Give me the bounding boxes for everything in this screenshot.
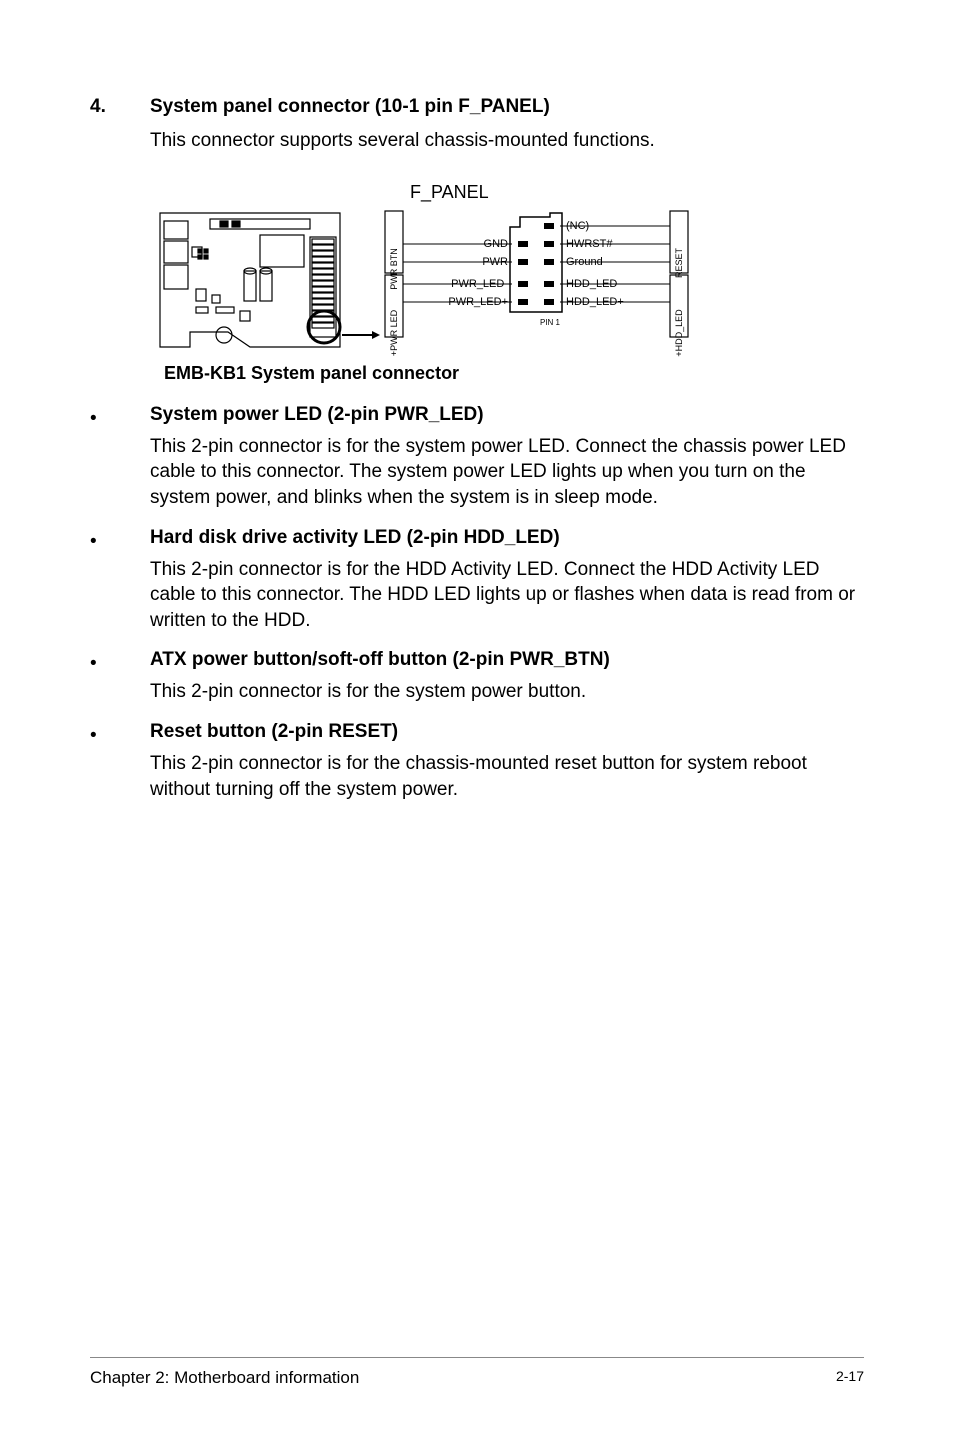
label-hdd-led-minus: HDD_LED-: [566, 278, 621, 290]
section-body: This connector supports several chassis-…: [150, 128, 864, 154]
label-pin1: PIN 1: [540, 318, 561, 327]
section-header: 4. System panel connector (10-1 pin F_PA…: [90, 96, 864, 118]
bullet-body: This 2-pin connector is for the system p…: [150, 679, 864, 705]
bullet-item: • System power LED (2-pin PWR_LED) This …: [90, 404, 864, 517]
footer-page-number: 2-17: [836, 1368, 864, 1388]
bullet-title: Reset button (2-pin RESET): [150, 721, 864, 743]
page-footer: Chapter 2: Motherboard information 2-17: [90, 1357, 864, 1388]
diagram-title: F_PANEL: [410, 182, 864, 203]
label-pwr-led-minus: PWR_LED-: [451, 278, 508, 290]
bullet-dot: •: [90, 404, 150, 517]
bullet-dot: •: [90, 721, 150, 808]
bullet-content: Hard disk drive activity LED (2-pin HDD_…: [150, 527, 864, 640]
bullet-body: This 2-pin connector is for the system p…: [150, 434, 864, 511]
label-pwr: PWR: [482, 256, 508, 268]
bullet-item: • ATX power button/soft-off button (2-pi…: [90, 649, 864, 711]
bullet-title: System power LED (2-pin PWR_LED): [150, 404, 864, 426]
label-nc: (NC): [566, 220, 589, 232]
section-number: 4.: [90, 96, 150, 118]
bullet-content: ATX power button/soft-off button (2-pin …: [150, 649, 864, 711]
section-title: System panel connector (10-1 pin F_PANEL…: [150, 96, 550, 118]
bullet-content: System power LED (2-pin PWR_LED) This 2-…: [150, 404, 864, 517]
label-hdd-led-plus: HDD_LED+: [566, 296, 624, 308]
bullet-body: This 2-pin connector is for the HDD Acti…: [150, 557, 864, 634]
bullet-item: • Reset button (2-pin RESET) This 2-pin …: [90, 721, 864, 808]
diagram-caption: EMB-KB1 System panel connector: [164, 363, 864, 384]
diagram-area: F_PANEL: [150, 182, 864, 384]
footer-chapter: Chapter 2: Motherboard information: [90, 1368, 359, 1388]
bullet-title: ATX power button/soft-off button (2-pin …: [150, 649, 864, 671]
bullet-title: Hard disk drive activity LED (2-pin HDD_…: [150, 527, 864, 549]
bullet-item: • Hard disk drive activity LED (2-pin HD…: [90, 527, 864, 640]
label-pwr-led-plus: PWR_LED+: [448, 296, 508, 308]
bullet-content: Reset button (2-pin RESET) This 2-pin co…: [150, 721, 864, 808]
panel-diagram: PWR BTN +PWR LED RESET +HDD_LED: [150, 207, 710, 357]
bullet-dot: •: [90, 527, 150, 640]
label-ground: Ground: [566, 256, 603, 268]
label-reset-box: RESET: [674, 247, 684, 278]
label-gnd: GND: [484, 238, 509, 250]
label-hdd-led-box: +HDD_LED: [674, 309, 684, 357]
label-hwrst: HWRST#: [566, 238, 613, 250]
label-pwr-btn: PWR BTN: [389, 248, 399, 290]
bullet-dot: •: [90, 649, 150, 711]
bullet-body: This 2-pin connector is for the chassis-…: [150, 751, 864, 802]
label-pwr-led-box: +PWR LED: [389, 309, 399, 356]
